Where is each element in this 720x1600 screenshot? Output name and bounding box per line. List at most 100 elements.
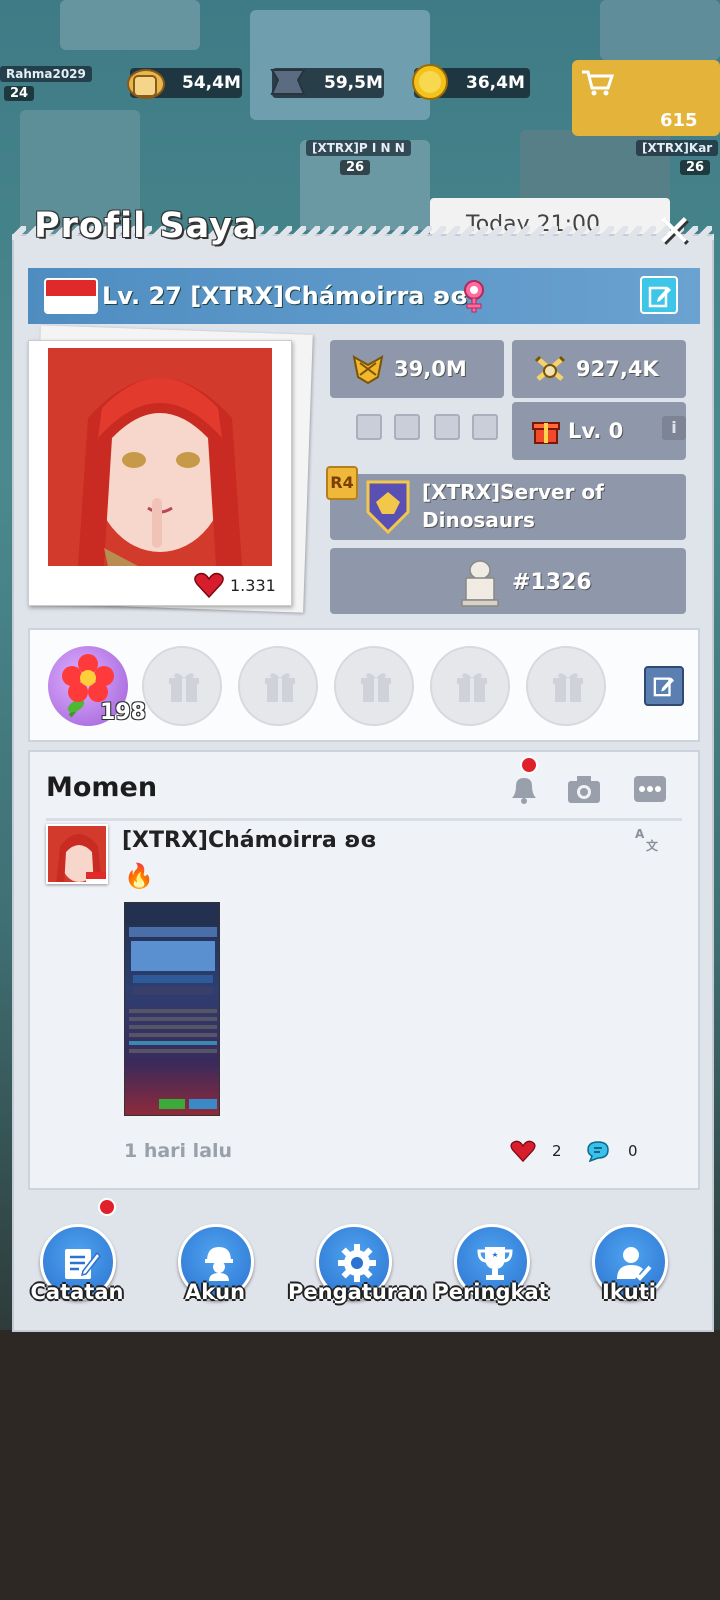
post-comment-button[interactable]: 0: [586, 1140, 638, 1162]
post-image-screenshot: [125, 903, 219, 1109]
player-name: Lv. 27 [XTRX]Chámoirra ʚɞ: [102, 282, 468, 310]
iron-icon: [270, 69, 306, 95]
gift-slot-3[interactable]: [334, 646, 414, 726]
bread-value: 54,4M: [182, 73, 241, 93]
modal-title: Profil Saya: [34, 206, 258, 246]
gift-slot-4[interactable]: [430, 646, 510, 726]
nav-label: Ikuti: [602, 1280, 656, 1304]
heart-icon: [194, 572, 224, 598]
empty-slot-3[interactable]: [434, 414, 460, 440]
kills-icon: [534, 355, 566, 381]
post-author-avatar[interactable]: [46, 824, 108, 884]
edit-icon: [648, 286, 671, 308]
gold-resource[interactable]: 36,4M: [412, 64, 530, 100]
gift-slot-5[interactable]: [526, 646, 606, 726]
power-icon: [352, 355, 384, 385]
nav-akun[interactable]: Akun: [150, 1224, 280, 1324]
nav-label: Pengaturan: [288, 1280, 427, 1304]
comment-icon: [587, 1141, 609, 1162]
map-player-level: 24: [4, 86, 35, 101]
post-image[interactable]: [124, 902, 220, 1116]
avatar-portrait: [48, 348, 272, 566]
svg-text:文: 文: [646, 838, 659, 852]
map-base-label-2[interactable]: [XTRX]Kar: [636, 140, 719, 156]
gift-icon: [457, 673, 487, 702]
post-avatar-portrait: [48, 826, 106, 882]
gift-level-stat[interactable]: Lv. 0: [512, 402, 686, 460]
rank-badge: R4: [326, 466, 358, 500]
post-text: 🔥: [124, 862, 154, 890]
empty-slot-1[interactable]: [356, 414, 382, 440]
empty-slot-2[interactable]: [394, 414, 420, 440]
camera-icon[interactable]: [566, 772, 602, 806]
map-base-level-2: 26: [680, 160, 711, 175]
iron-resource[interactable]: 59,5M: [270, 68, 384, 98]
moments-title: Momen: [46, 772, 158, 803]
ranking-value: #1326: [512, 570, 592, 595]
nav-label: Catatan: [30, 1280, 124, 1304]
gift-slot-1[interactable]: [142, 646, 222, 726]
nav-badge-dot: [98, 1198, 116, 1216]
divider: [46, 818, 682, 821]
edit-icon: [653, 677, 675, 697]
cart-icon: [582, 70, 614, 96]
post-time: 1 hari lalu: [124, 1140, 233, 1162]
female-gender-icon: [464, 280, 484, 313]
more-options-icon[interactable]: [632, 772, 668, 806]
map-base-level: 26: [340, 160, 371, 175]
gold-coin-icon: [412, 64, 448, 100]
nav-label: Akun: [184, 1280, 246, 1304]
nav-ikuti[interactable]: Ikuti: [564, 1224, 694, 1324]
power-stat[interactable]: 39,0M: [330, 340, 504, 398]
gift-icon: [553, 673, 583, 702]
gift-icon: [265, 673, 295, 702]
indonesia-flag-icon: [44, 278, 98, 314]
nav-pengaturan[interactable]: Pengaturan: [288, 1224, 427, 1324]
dark-ground: [0, 1330, 720, 1600]
map-base-label[interactable]: [XTRX]P I N N: [306, 140, 411, 156]
post-comment-count: 0: [628, 1142, 638, 1160]
gold-value: 36,4M: [466, 73, 525, 93]
post-like-button[interactable]: 2: [510, 1140, 562, 1162]
gift-icon: [361, 673, 391, 702]
nav-catatan[interactable]: Catatan: [12, 1224, 142, 1324]
notification-dot: [520, 756, 538, 774]
alliance-name: [XTRX]Server of Dinosaurs: [422, 480, 604, 532]
likes-value: 1.331: [230, 575, 276, 595]
ranking-box[interactable]: [330, 548, 686, 614]
kills-stat[interactable]: 927,4K: [512, 340, 686, 398]
post-like-count: 2: [552, 1142, 562, 1160]
map-player-label[interactable]: Rahma2029: [0, 66, 92, 82]
close-button[interactable]: ✕: [652, 210, 696, 254]
empty-slot-4[interactable]: [472, 414, 498, 440]
account-icon: [205, 1247, 233, 1281]
nav-peringkat[interactable]: Peringkat: [426, 1224, 556, 1324]
gift-slot-2[interactable]: [238, 646, 318, 726]
trophy-icon: [477, 1247, 513, 1280]
svg-text:A: A: [635, 827, 645, 841]
edit-name-button[interactable]: [640, 276, 678, 314]
edit-gifts-button[interactable]: [644, 666, 684, 706]
avatar[interactable]: [48, 348, 272, 566]
settings-gear-icon: [338, 1244, 376, 1282]
bread-icon: [127, 69, 165, 99]
translate-icon[interactable]: A文: [634, 826, 660, 852]
nav-label: Peringkat: [433, 1280, 549, 1304]
notes-icon: [65, 1249, 101, 1279]
flower-count: 198: [100, 700, 146, 725]
alliance-emblem-icon: [366, 480, 410, 534]
bell-icon[interactable]: [506, 772, 542, 806]
likes-counter[interactable]: 1.331: [194, 572, 276, 598]
post-author-name[interactable]: [XTRX]Chámoirra ʚɞ: [122, 828, 377, 853]
power-value: 39,0M: [394, 357, 467, 381]
kills-value: 927,4K: [576, 357, 659, 381]
info-icon[interactable]: i: [662, 416, 686, 440]
gift-level-value: Lv. 0: [568, 419, 624, 443]
close-icon[interactable]: ✕: [656, 206, 693, 257]
monument-icon: [461, 560, 499, 607]
bread-resource[interactable]: 54,4M: [127, 68, 242, 99]
gift-box-icon: [532, 422, 560, 444]
follow-icon: [617, 1247, 652, 1281]
heart-icon: [510, 1140, 536, 1162]
shop-count: 615: [660, 110, 698, 131]
